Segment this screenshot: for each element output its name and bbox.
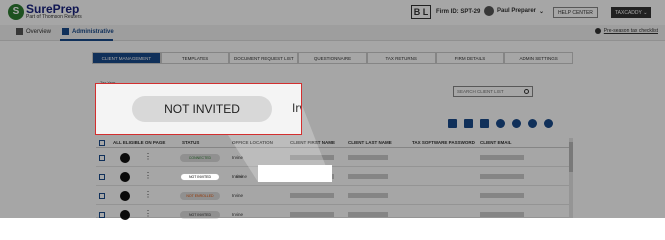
invite-user-icon[interactable] — [512, 119, 521, 128]
status-badge: NOT INVITED — [180, 211, 220, 219]
sureprep-logo[interactable]: S SurePrep Part of Thomson Reuters — [8, 3, 82, 20]
avatar — [120, 191, 130, 201]
remove-user-icon[interactable] — [528, 119, 537, 128]
active-nav-indicator — [60, 39, 113, 41]
table-scrollbar[interactable] — [569, 138, 573, 218]
user-menu[interactable]: Paul Preparer ⌄ — [484, 6, 544, 16]
col-office-location[interactable]: OFFICE LOCATION — [232, 140, 273, 145]
tab-client-management[interactable]: CLIENT MANAGEMENT — [92, 52, 161, 63]
status-badge: CONNECTED — [180, 154, 220, 162]
col-first-name[interactable]: CLIENT FIRST NAME — [290, 140, 335, 145]
status-badge: NOT ENROLLED — [180, 192, 220, 200]
more-options-icon[interactable]: ⋮ — [144, 190, 152, 199]
nav-administrative[interactable]: Administrative — [62, 28, 114, 35]
admin-icon — [62, 28, 69, 35]
user-avatar-icon — [484, 6, 494, 16]
nav-administrative-label: Administrative — [72, 28, 114, 35]
col-client-email[interactable]: CLIENT EMAIL — [480, 140, 512, 145]
office-location: Irvine — [232, 212, 244, 217]
search-client-list[interactable] — [453, 86, 533, 97]
email-placeholder — [480, 193, 524, 198]
taxcaddy-button[interactable]: TAXCADDY ⌄ — [611, 7, 652, 18]
logo-subtitle: Part of Thomson Reuters — [26, 14, 82, 20]
home-icon — [16, 28, 23, 35]
more-options-icon[interactable]: ⋮ — [144, 152, 152, 161]
email-placeholder — [480, 155, 524, 160]
last-name-placeholder — [348, 174, 388, 179]
row-checkbox[interactable] — [99, 193, 105, 199]
col-tax-password[interactable]: TAX SOFTWARE PASSWORD — [412, 140, 475, 145]
table-row[interactable]: ⋮ NOT ENROLLED Irvine — [96, 187, 569, 205]
help-center-button[interactable]: HELP CENTER — [553, 7, 598, 18]
table-row[interactable]: ⋮ CONNECTED Irvine — [96, 149, 569, 167]
tab-admin-settings[interactable]: ADMIN SETTINGS — [504, 52, 574, 63]
search-icon[interactable] — [524, 89, 529, 94]
search-input[interactable] — [457, 89, 517, 94]
zoom-callout: NOT INVITED Irv — [95, 83, 302, 135]
email-placeholder — [480, 212, 524, 217]
office-location: Irvine — [232, 155, 244, 160]
user-name: Paul Preparer — [497, 8, 537, 14]
chevron-down-icon: ⌄ — [641, 9, 648, 16]
col-status[interactable]: STATUS — [182, 140, 199, 145]
col-last-name[interactable]: CLIENT LAST NAME — [348, 140, 392, 145]
last-name-placeholder — [348, 193, 388, 198]
app-header: S SurePrep Part of Thomson Reuters B L F… — [0, 0, 665, 25]
highlighted-status-badge: NOT INVITED — [180, 173, 220, 181]
tab-firm-details[interactable]: FIRM DETAILS — [435, 52, 505, 63]
avatar — [120, 210, 130, 220]
table-toolbar — [448, 119, 553, 128]
firm-id: Firm ID: SPT-29 — [436, 9, 481, 15]
last-name-placeholder — [348, 212, 388, 217]
more-options-icon[interactable]: ⋮ — [144, 209, 152, 218]
pre-season-checklist-link[interactable]: Pre-season tax checklist — [594, 28, 658, 34]
main-nav: Overview Administrative Pre-season tax c… — [0, 25, 665, 41]
chevron-down-icon: ⌄ — [539, 8, 545, 15]
excel-icon[interactable] — [448, 119, 457, 128]
taxcaddy-label: TAXCADDY — [615, 9, 642, 16]
highlighted-office: Irvine — [236, 174, 248, 179]
last-name-placeholder — [348, 155, 388, 160]
first-name-placeholder — [290, 155, 334, 160]
avatar — [120, 153, 130, 163]
logo-mark-icon: S — [8, 3, 24, 20]
zoomed-status-badge: NOT INVITED — [132, 96, 272, 122]
scrollbar-thumb[interactable] — [569, 142, 573, 172]
nav-overview[interactable]: Overview — [16, 28, 51, 35]
col-eligible[interactable]: ALL ELIGIBLE ON PAGE — [113, 140, 165, 145]
help-icon[interactable] — [544, 119, 553, 128]
tab-tax-returns[interactable]: TAX RETURNS — [366, 52, 436, 63]
admin-tabs: CLIENT MANAGEMENT TEMPLATES DOCUMENT REQ… — [92, 52, 574, 64]
highlighted-row-copy: NOT INVITED Irvine — [96, 168, 276, 185]
add-user-icon[interactable] — [496, 119, 505, 128]
first-name-placeholder — [290, 212, 334, 217]
table-header: ALL ELIGIBLE ON PAGE STATUS OFFICE LOCAT… — [96, 138, 569, 148]
email-placeholder — [480, 174, 524, 179]
table-row[interactable]: ⋮ NOT INVITED Irvine — [96, 206, 569, 220]
first-name-placeholder — [290, 193, 334, 198]
firm-badge: B L — [411, 5, 431, 19]
select-all-checkbox[interactable] — [99, 140, 105, 146]
checklist-label: Pre-season tax checklist — [603, 28, 658, 34]
nav-overview-label: Overview — [26, 28, 52, 35]
row-checkbox[interactable] — [99, 212, 105, 218]
tab-document-request-list[interactable]: DOCUMENT REQUEST LIST — [229, 52, 299, 63]
zoomed-office-text: Irv — [292, 101, 301, 115]
office-location: Irvine — [232, 193, 244, 198]
tab-questionnaire[interactable]: QUESTIONNAIRE — [298, 52, 367, 63]
grid-icon[interactable] — [464, 119, 473, 128]
tab-templates[interactable]: TEMPLATES — [160, 52, 230, 63]
row-checkbox[interactable] — [99, 155, 105, 161]
columns-icon[interactable] — [480, 119, 489, 128]
checklist-icon — [594, 28, 601, 34]
